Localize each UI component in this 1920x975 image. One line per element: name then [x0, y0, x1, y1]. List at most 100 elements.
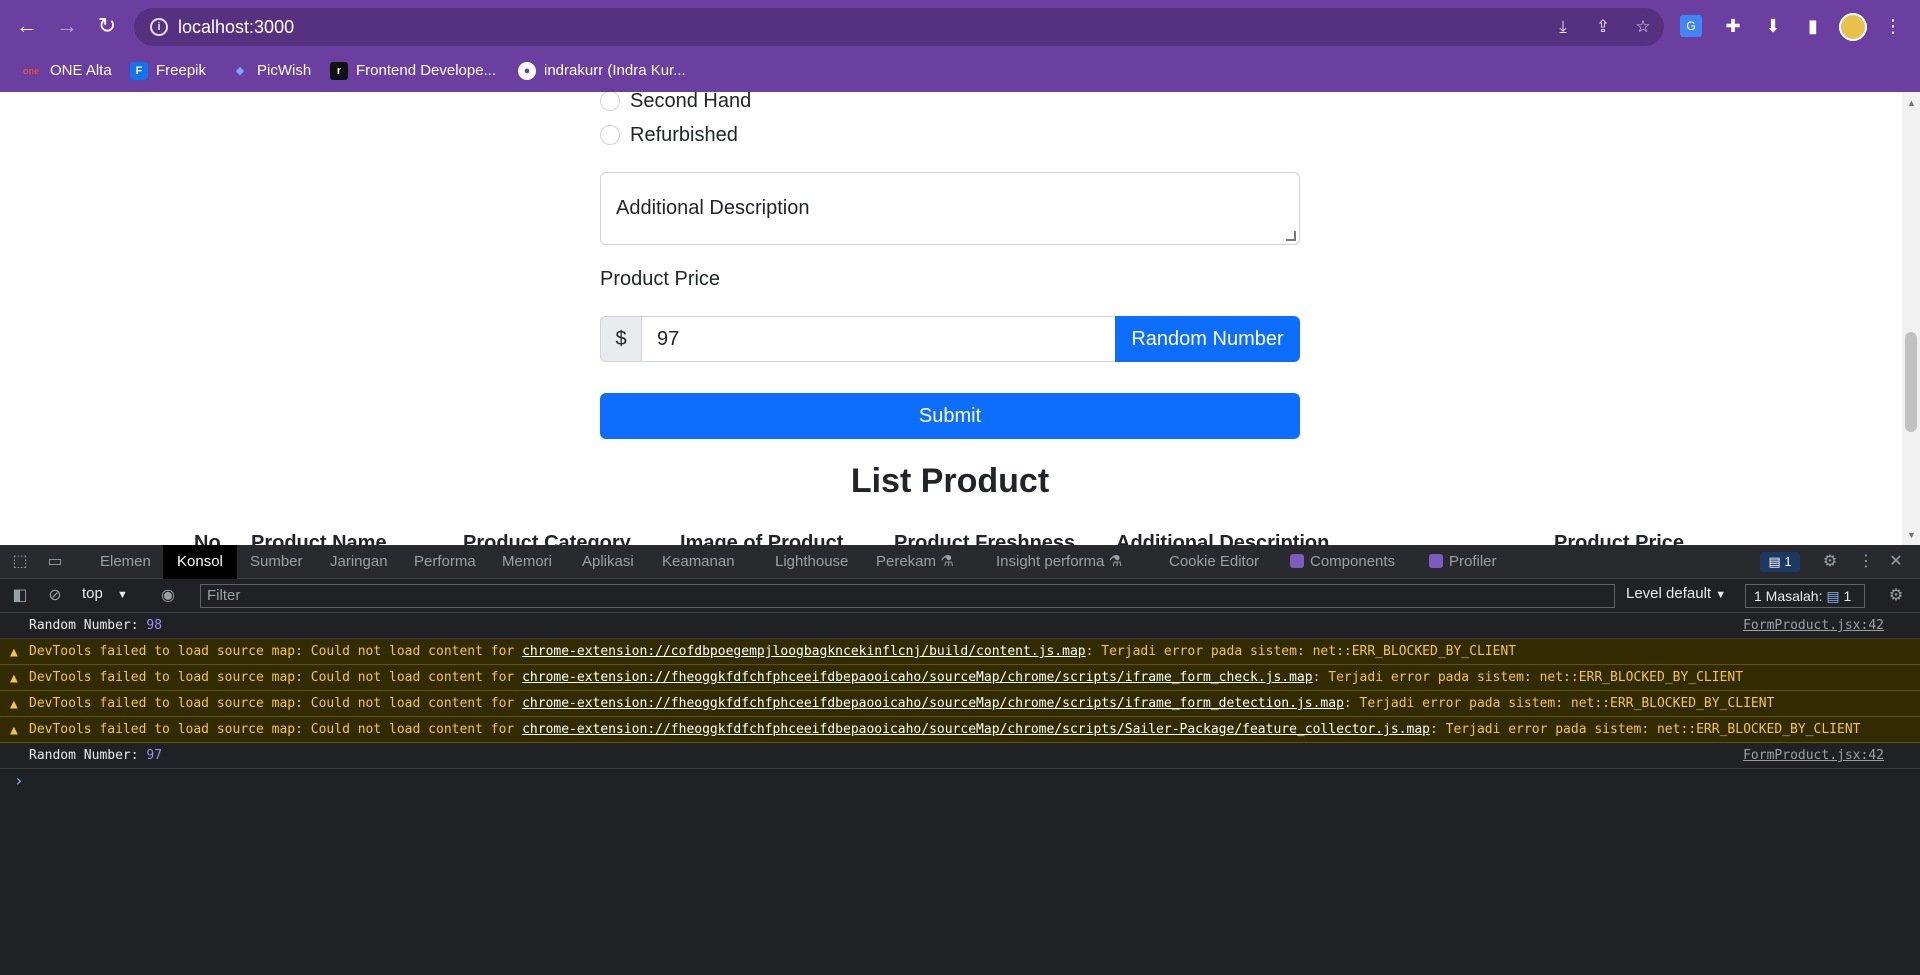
- side-panel-icon[interactable]: ▮: [1800, 13, 1826, 39]
- site-info-icon[interactable]: i: [150, 18, 168, 36]
- install-app-icon[interactable]: ⤓: [1552, 17, 1574, 37]
- tab-sumber[interactable]: Sumber: [236, 545, 317, 579]
- back-arrow-icon[interactable]: ←: [14, 13, 40, 39]
- bookmark-one-alta[interactable]: one ONE Alta: [20, 60, 112, 82]
- dropdown-caret-icon: ▼: [1715, 589, 1727, 601]
- downloads-icon[interactable]: ⬇: [1760, 13, 1786, 39]
- tab-cookie-editor[interactable]: Cookie Editor: [1155, 545, 1273, 579]
- column-header-description: Additional Description: [1116, 532, 1330, 545]
- scroll-down-icon[interactable]: ▼: [1907, 530, 1916, 540]
- tab-profiler[interactable]: Profiler: [1415, 545, 1511, 579]
- price-input-group: $ 97 Random Number: [600, 316, 1300, 362]
- source-map-link[interactable]: chrome-extension://cofdbpoegempjloogbagk…: [522, 644, 1086, 659]
- devtools-menu-icon[interactable]: ⋮: [1856, 552, 1876, 572]
- scrollbar-thumb[interactable]: [1905, 332, 1917, 432]
- one-alta-favicon: one: [22, 66, 39, 77]
- price-input[interactable]: 97: [641, 316, 1116, 362]
- radio-circle[interactable]: [600, 92, 620, 111]
- url-text[interactable]: localhost:3000: [178, 17, 294, 38]
- additional-description-textarea[interactable]: Additional Description: [600, 172, 1300, 245]
- list-product-title: List Product: [850, 462, 1050, 500]
- log-level-selector[interactable]: Level default ▼: [1626, 585, 1726, 602]
- radio-second-hand[interactable]: Second Hand: [600, 92, 751, 113]
- warning-icon: ▲: [10, 645, 18, 660]
- column-header-product-name: Product Name: [251, 532, 387, 545]
- share-icon[interactable]: ⇪: [1592, 17, 1614, 37]
- page-scrollbar[interactable]: ▲ ▼: [1902, 92, 1920, 545]
- warning-icon: ▲: [10, 723, 18, 738]
- browser-toolbar: ← → ↻ i localhost:3000 ⤓ ⇪ ☆ G ✚ ⬇ ▮ ⋮: [0, 0, 1920, 52]
- context-selector[interactable]: top ▼: [82, 585, 128, 602]
- message-icon: ▤: [1768, 554, 1781, 569]
- device-toolbar-icon[interactable]: ▭: [45, 552, 65, 572]
- tab-insight-performa[interactable]: Insight performa ⚗: [982, 545, 1136, 579]
- extensions-puzzle-icon[interactable]: ✚: [1720, 13, 1746, 39]
- github-icon: ●: [518, 62, 536, 81]
- source-link[interactable]: FormProduct.jsx:42: [1743, 747, 1884, 764]
- bookmark-frontend-developer[interactable]: r Frontend Develope...: [330, 60, 496, 82]
- tab-components[interactable]: Components: [1276, 545, 1409, 579]
- bookmark-picwish[interactable]: ◆ PicWish: [231, 60, 311, 82]
- console-warning-row: ▲ DevTools failed to load source map: Co…: [0, 691, 1920, 717]
- source-map-link[interactable]: chrome-extension://fheoggkfdfchfphceeifd…: [522, 670, 1313, 685]
- tab-memori[interactable]: Memori: [488, 545, 566, 579]
- description-placeholder: Additional Description: [616, 197, 810, 219]
- address-bar[interactable]: i localhost:3000 ⤓ ⇪ ☆: [134, 8, 1664, 46]
- tab-aplikasi[interactable]: Aplikasi: [568, 545, 648, 579]
- live-expression-eye-icon[interactable]: ◉: [158, 586, 178, 606]
- menu-kebab-icon[interactable]: ⋮: [1880, 13, 1906, 39]
- devtools-tab-bar: ⬚ ▭ Elemen Konsol Sumber Jaringan Perfor…: [0, 545, 1920, 579]
- roadmap-favicon: r: [330, 62, 348, 81]
- console-filter-input[interactable]: Filter: [200, 584, 1615, 608]
- tab-jaringan[interactable]: Jaringan: [316, 545, 402, 579]
- google-translate-icon[interactable]: G: [1680, 15, 1702, 37]
- forward-arrow-icon[interactable]: →: [54, 13, 80, 39]
- source-link[interactable]: FormProduct.jsx:42: [1743, 617, 1884, 634]
- tab-perekam[interactable]: Perekam ⚗: [862, 545, 968, 579]
- console-prompt[interactable]: ›: [0, 769, 1920, 795]
- clear-console-icon[interactable]: ⊘: [45, 586, 65, 606]
- bookmark-github-indrakurr[interactable]: ● indrakurr (Indra Kur...: [518, 60, 686, 82]
- devtools-panel: ⬚ ▭ Elemen Konsol Sumber Jaringan Perfor…: [0, 545, 1920, 975]
- reload-icon[interactable]: ↻: [94, 13, 120, 39]
- random-number-button[interactable]: Random Number: [1115, 316, 1300, 362]
- inspect-element-icon[interactable]: ⬚: [10, 552, 30, 572]
- issues-button[interactable]: 1 Masalah: ▤ 1: [1745, 584, 1865, 608]
- resize-grip-icon[interactable]: [1286, 231, 1296, 241]
- warning-icon: ▲: [10, 671, 18, 686]
- column-header-image: Image of Product: [680, 532, 844, 545]
- console-warning-row: ▲ DevTools failed to load source map: Co…: [0, 717, 1920, 743]
- profile-avatar[interactable]: [1839, 13, 1867, 41]
- source-map-link[interactable]: chrome-extension://fheoggkfdfchfphceeifd…: [522, 696, 1344, 711]
- tab-lighthouse[interactable]: Lighthouse: [761, 545, 862, 579]
- tab-performa[interactable]: Performa: [400, 545, 490, 579]
- submit-button[interactable]: Submit: [600, 393, 1300, 439]
- dropdown-caret-icon: ▼: [117, 589, 128, 601]
- radio-label-second-hand: Second Hand: [630, 92, 752, 112]
- radio-circle[interactable]: [600, 125, 620, 145]
- close-icon[interactable]: ✕: [1886, 552, 1906, 572]
- radio-refurbished[interactable]: Refurbished: [600, 123, 738, 147]
- bookmark-star-icon[interactable]: ☆: [1632, 17, 1654, 37]
- product-price-label: Product Price: [600, 268, 721, 290]
- tab-profiler-label: Profiler: [1449, 553, 1497, 570]
- message-icon: ▤: [1826, 588, 1840, 604]
- scroll-up-icon[interactable]: ▲: [1907, 98, 1916, 108]
- bookmark-freepik[interactable]: F Freepik: [130, 60, 206, 82]
- issues-badge[interactable]: ▤ 1: [1760, 552, 1800, 572]
- picwish-favicon: ◆: [235, 65, 245, 78]
- freepik-favicon: F: [130, 62, 148, 81]
- tab-elemen[interactable]: Elemen: [86, 545, 165, 579]
- sidebar-toggle-icon[interactable]: ◧: [10, 586, 30, 606]
- settings-gear-icon[interactable]: ⚙: [1820, 552, 1840, 572]
- radio-label-refurbished: Refurbished: [630, 123, 738, 146]
- tab-konsol[interactable]: Konsol: [163, 545, 237, 579]
- source-map-link[interactable]: chrome-extension://fheoggkfdfchfphceeifd…: [522, 722, 1430, 737]
- page-viewport: Second Hand Refurbished Additional Descr…: [0, 92, 1920, 545]
- console-log-row: Random Number: 97 FormProduct.jsx:42: [0, 743, 1920, 769]
- console-settings-gear-icon[interactable]: ⚙: [1886, 586, 1906, 606]
- react-icon: [1290, 554, 1304, 568]
- tab-insight-label: Insight performa: [996, 553, 1105, 570]
- tab-components-label: Components: [1310, 553, 1396, 570]
- tab-keamanan[interactable]: Keamanan: [648, 545, 749, 579]
